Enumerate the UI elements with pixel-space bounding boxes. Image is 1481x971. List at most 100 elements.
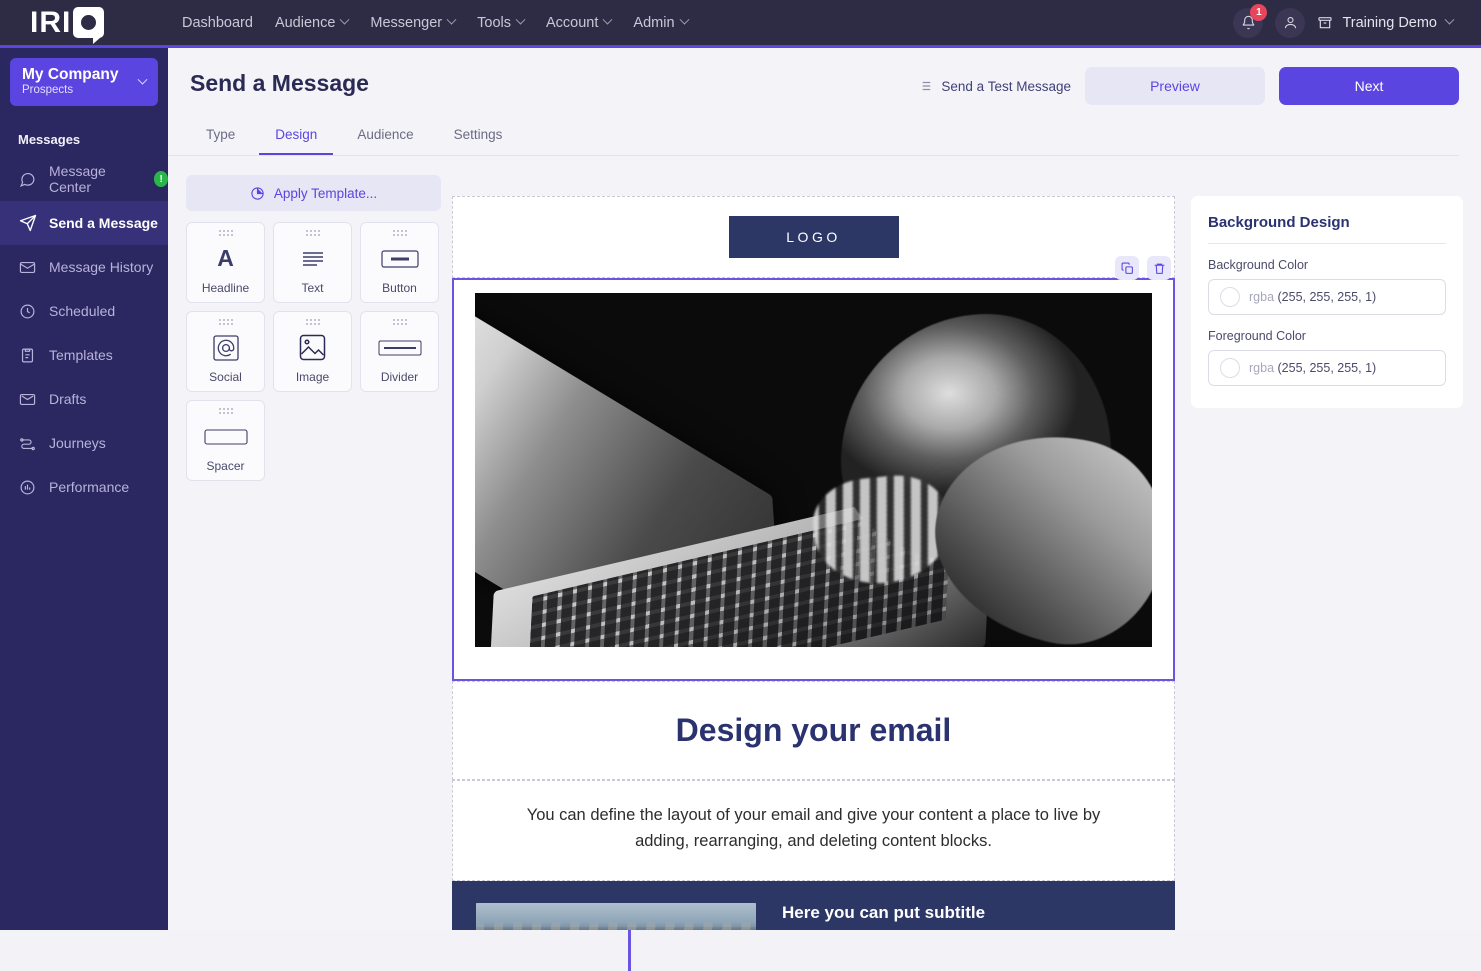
sidebar-item-message-center[interactable]: Message Center ! xyxy=(0,157,168,201)
sidebar: My Company Prospects Messages Message Ce… xyxy=(0,48,168,930)
sidebar-item-label: Send a Message xyxy=(49,215,158,231)
top-right-controls: 1 Training Demo xyxy=(1233,3,1481,38)
company-selector[interactable]: My Company Prospects xyxy=(10,58,158,106)
list-icon xyxy=(920,81,931,91)
canvas-block-hero[interactable]: Here you can put subtitle You can define… xyxy=(452,881,1175,930)
sidebar-item-drafts[interactable]: Drafts xyxy=(0,377,168,421)
duplicate-icon[interactable] xyxy=(1115,256,1139,280)
foreground-color-swatch[interactable] xyxy=(1220,358,1240,378)
block-divider[interactable]: Divider xyxy=(360,311,439,392)
status-badge: ! xyxy=(154,171,168,187)
send-test-message-button[interactable]: Send a Test Message xyxy=(918,79,1071,94)
main-nav: Dashboard Audience Messenger Tools Accou… xyxy=(182,14,689,31)
canvas-block-logo[interactable]: LOGO xyxy=(452,196,1175,278)
block-label: Divider xyxy=(380,370,419,384)
nav-label: Admin xyxy=(633,14,675,31)
clock-icon xyxy=(18,302,37,321)
canvas-block-text[interactable]: You can define the layout of your email … xyxy=(452,780,1175,882)
chevron-down-icon xyxy=(679,14,689,25)
chevron-down-icon xyxy=(1444,14,1455,25)
speech-bubble-icon xyxy=(73,7,105,44)
organization-name: Training Demo xyxy=(1342,14,1437,31)
nav-item-admin[interactable]: Admin xyxy=(633,14,689,31)
sidebar-item-label: Journeys xyxy=(49,435,106,451)
block-social[interactable]: Social xyxy=(186,311,265,392)
block-list: A Headline Text Button Social Image Divi… xyxy=(186,222,441,481)
block-label: Spacer xyxy=(206,459,245,473)
tab-settings[interactable]: Settings xyxy=(438,119,519,155)
background-design-panel: Background Design Background Color rgba … xyxy=(1191,196,1463,408)
sidebar-item-templates[interactable]: Templates xyxy=(0,333,168,377)
block-button[interactable]: Button xyxy=(360,222,439,303)
clipboard-icon xyxy=(18,346,37,365)
block-label: Button xyxy=(382,281,417,295)
tab-type[interactable]: Type xyxy=(190,119,251,155)
envelope-icon xyxy=(18,258,37,277)
apply-template-button[interactable]: Apply Template... xyxy=(186,175,441,211)
text-lines-icon xyxy=(301,236,325,281)
email-canvas[interactable]: LOGO Design your email You can define th… xyxy=(452,196,1175,930)
spacer-icon xyxy=(203,414,248,459)
sidebar-item-message-history[interactable]: Message History xyxy=(0,245,168,289)
sidebar-item-send-a-message[interactable]: Send a Message xyxy=(0,201,168,245)
button-icon xyxy=(380,236,419,281)
rgba-prefix: rgba xyxy=(1249,290,1275,304)
hero-text-column: Here you can put subtitle You can define… xyxy=(782,903,1074,930)
nav-item-dashboard[interactable]: Dashboard xyxy=(182,15,253,31)
organization-selector[interactable]: Training Demo xyxy=(1317,14,1455,31)
background-color-label: Background Color xyxy=(1208,258,1309,272)
app-logo[interactable]: IRI xyxy=(0,7,170,44)
canvas-block-image[interactable] xyxy=(452,256,1175,681)
foreground-color-label: Foreground Color xyxy=(1208,329,1306,343)
nav-item-audience[interactable]: Audience xyxy=(275,14,350,31)
block-headline[interactable]: A Headline xyxy=(186,222,265,303)
email-body-text: You can define the layout of your email … xyxy=(526,806,1101,850)
picture-icon xyxy=(299,325,326,370)
nav-item-messenger[interactable]: Messenger xyxy=(370,14,457,31)
sidebar-item-label: Performance xyxy=(49,479,130,495)
apply-template-label: Apply Template... xyxy=(273,185,378,201)
at-sign-icon xyxy=(212,325,239,370)
foreground-color-input[interactable]: rgba (255, 255, 255, 1) xyxy=(1208,350,1446,386)
sidebar-item-scheduled[interactable]: Scheduled xyxy=(0,289,168,333)
notification-badge: 1 xyxy=(1250,3,1268,21)
chevron-down-icon xyxy=(137,74,148,85)
block-text[interactable]: Text xyxy=(273,222,352,303)
company-list-name: Prospects xyxy=(22,84,74,97)
sidebar-item-label: Templates xyxy=(49,347,113,363)
foreground-color-value: rgba (255, 255, 255, 1) xyxy=(1249,361,1376,375)
sidebar-item-journeys[interactable]: Journeys xyxy=(0,421,168,465)
preview-button[interactable]: Preview xyxy=(1085,67,1265,105)
hero-subtitle: Here you can put subtitle xyxy=(782,903,986,923)
rgba-value: (255, 255, 255, 1) xyxy=(1274,361,1377,375)
tab-audience[interactable]: Audience xyxy=(341,119,429,155)
block-label: Image xyxy=(295,370,330,384)
sidebar-item-label: Drafts xyxy=(49,391,87,407)
nav-item-tools[interactable]: Tools xyxy=(477,15,526,31)
block-label: Social xyxy=(209,370,242,384)
chevron-down-icon xyxy=(339,14,350,25)
background-color-swatch[interactable] xyxy=(1220,287,1240,307)
divider-icon xyxy=(378,325,422,370)
next-button[interactable]: Next xyxy=(1279,67,1459,105)
notifications-button[interactable]: 1 xyxy=(1233,3,1268,38)
user-icon xyxy=(1284,16,1296,29)
user-profile-button[interactable] xyxy=(1275,7,1306,38)
tab-design[interactable]: Design xyxy=(259,119,334,155)
block-image[interactable]: Image xyxy=(273,311,352,392)
send-icon xyxy=(18,214,37,233)
nav-item-account[interactable]: Account xyxy=(546,15,613,31)
background-color-input[interactable]: rgba (255, 255, 255, 1) xyxy=(1208,279,1446,315)
canvas-block-headline[interactable]: Design your email xyxy=(452,681,1175,780)
logo-placeholder: LOGO xyxy=(728,216,899,258)
background-color-value: rgba (255, 255, 255, 1) xyxy=(1249,290,1376,304)
email-headline: Design your email xyxy=(675,712,952,748)
block-label: Headline xyxy=(201,281,250,295)
delete-icon[interactable] xyxy=(1147,256,1171,280)
sidebar-item-performance[interactable]: Performance xyxy=(0,465,168,509)
chevron-down-icon xyxy=(446,14,457,25)
block-spacer[interactable]: Spacer xyxy=(186,400,265,481)
pie-chart-icon xyxy=(251,186,264,200)
rgba-prefix: rgba xyxy=(1249,361,1275,375)
logo-mark: IRI xyxy=(30,7,105,44)
